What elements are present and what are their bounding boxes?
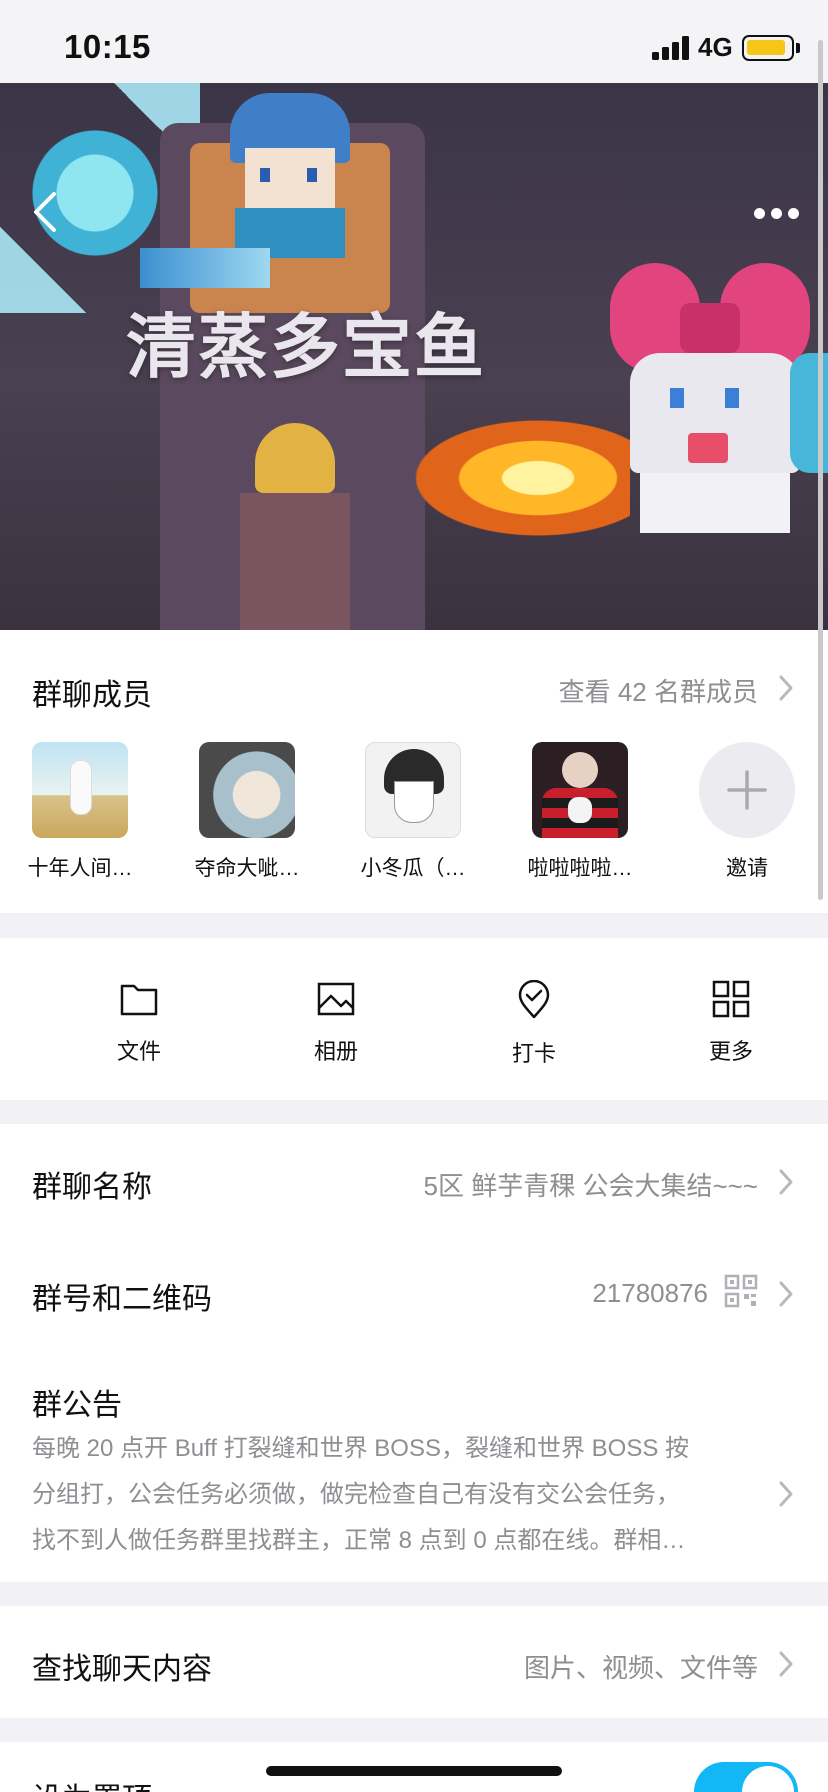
ice-beam: [140, 248, 270, 288]
group-name-value: 5区 鲜芋青稞 公会大集结~~~: [423, 1171, 758, 1201]
avatar: [532, 742, 628, 838]
pillar-base: [240, 493, 350, 630]
group-id-label: 群号和二维码: [32, 1283, 212, 1316]
group-notice-label: 群公告: [32, 1389, 122, 1422]
avatar: [365, 742, 461, 838]
chevron-right-icon[interactable]: [778, 1168, 794, 1196]
tool-checkin[interactable]: 打卡: [479, 980, 589, 1068]
chevron-right-icon[interactable]: [778, 1480, 794, 1508]
members-title: 群聊成员: [32, 679, 152, 712]
notice-line: 分组打，公会任务必须做，做完检查自己有没有交公会任务，: [32, 1481, 680, 1508]
tools-section: 文件 相册 打卡 更多: [0, 938, 828, 1100]
folder-icon: [120, 984, 158, 1016]
status-bar: 10:15 4G: [0, 0, 828, 83]
member-name: 小冬瓜（…: [360, 857, 466, 880]
grid-icon: [712, 980, 750, 1018]
avatar: [199, 742, 295, 838]
search-chat-hint: 图片、视频、文件等: [523, 1653, 758, 1683]
member-name: 啦啦啦啦…: [527, 857, 633, 880]
invite-label: 邀请: [726, 857, 768, 880]
member-name: 十年人间…: [27, 857, 133, 880]
tool-files[interactable]: 文件: [84, 980, 194, 1066]
group-name-label: 群聊名称: [32, 1171, 152, 1204]
tool-label: 打卡: [511, 1041, 556, 1066]
qr-code-icon[interactable]: [724, 1274, 758, 1308]
tool-label: 文件: [116, 1039, 161, 1064]
pin-chat-label: 设为置顶: [32, 1774, 152, 1792]
member-avatar-item[interactable]: 小冬瓜（…: [353, 742, 473, 882]
tool-label: 相册: [313, 1039, 358, 1064]
notice-line: 每晚 20 点开 Buff 打裂缝和世界 BOSS，裂缝和世界 BOSS 按: [32, 1435, 690, 1462]
chevron-right-icon[interactable]: [778, 1280, 794, 1308]
avatar: [32, 742, 128, 838]
back-icon[interactable]: [28, 190, 64, 234]
group-info-section: 群聊名称 5区 鲜芋青稞 公会大集结~~~ 群号和二维码 21780876 群公…: [0, 1124, 828, 1582]
member-avatar-item[interactable]: 啦啦啦啦…: [520, 742, 640, 882]
chevron-right-icon[interactable]: [778, 1650, 794, 1678]
group-banner: 清蒸多宝鱼: [0, 83, 828, 630]
tool-label: 更多: [708, 1039, 753, 1064]
view-all-members-link[interactable]: 查看 42 名群成员: [559, 672, 758, 709]
fire-blast: [400, 413, 630, 543]
scrollbar[interactable]: [818, 40, 823, 900]
pillar-ornament: [255, 423, 335, 493]
group-id-value: 21780876: [592, 1278, 708, 1308]
chevron-right-icon[interactable]: [778, 674, 794, 702]
blue-hair-character: [215, 93, 365, 263]
battery-icon: [742, 35, 794, 61]
tool-more[interactable]: 更多: [676, 980, 786, 1066]
invite-button[interactable]: 邀请: [687, 742, 807, 882]
notice-line: 找不到人做任务群里找群主，正常 8 点到 0 点都在线。群相…: [32, 1527, 686, 1554]
group-notice-text: 每晚 20 点开 Buff 打裂缝和世界 BOSS，裂缝和世界 BOSS 按 分…: [32, 1426, 742, 1564]
add-icon[interactable]: [699, 742, 795, 838]
pin-toggle[interactable]: [694, 1762, 798, 1792]
banner-title: 清蒸多宝鱼: [126, 308, 486, 386]
member-avatar-item[interactable]: 夺命大呲…: [187, 742, 307, 882]
battery-tip: [796, 43, 800, 53]
network-type: 4G: [698, 32, 733, 62]
checkin-icon: [518, 980, 550, 1019]
search-chat-label: 查找聊天内容: [32, 1653, 212, 1686]
status-time: 10:15: [64, 28, 151, 65]
member-name: 夺命大呲…: [194, 857, 300, 880]
more-icon[interactable]: [752, 201, 802, 225]
home-indicator[interactable]: [266, 1766, 562, 1776]
signal-icon: [652, 36, 692, 60]
members-section: 群聊成员 查看 42 名群成员 十年人间… 夺命大呲… 小冬瓜（… 啦啦啦啦…: [0, 630, 828, 913]
image-icon: [317, 982, 355, 1016]
member-avatar-item[interactable]: 十年人间…: [20, 742, 140, 882]
tool-album[interactable]: 相册: [281, 980, 391, 1066]
search-chat-row[interactable]: 查找聊天内容 图片、视频、文件等: [0, 1606, 828, 1718]
